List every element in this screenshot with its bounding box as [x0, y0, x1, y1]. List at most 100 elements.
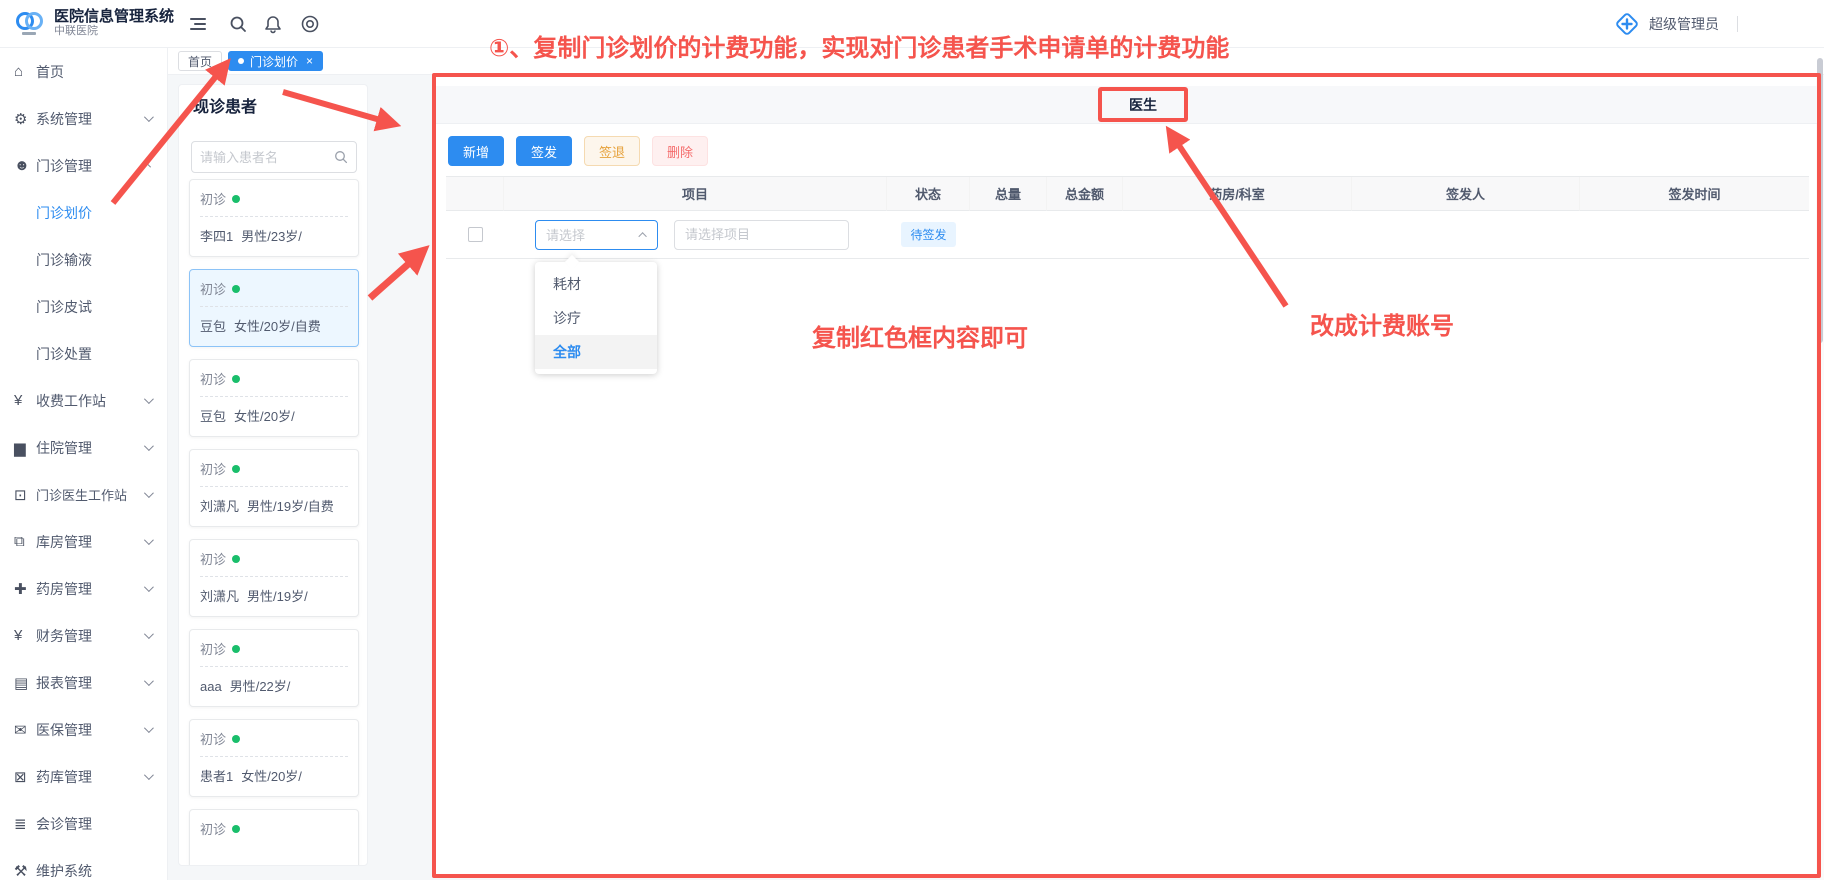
tab-home[interactable]: 首页 [178, 51, 222, 71]
sidebar-item-inpatient[interactable]: ▆ 住院管理 [0, 424, 167, 471]
app-logo: 医院信息管理系统 中联医院 [12, 6, 174, 40]
item-type-select[interactable]: 请选择 [535, 220, 658, 250]
col-total-qty: 总量 [970, 177, 1047, 211]
col-item: 项目 [504, 177, 887, 211]
chevron-down-icon [144, 770, 154, 780]
collapse-menu-icon[interactable] [188, 14, 208, 34]
patient-list-panel: 现诊患者 初诊 李四1男性/23岁/ 初诊 豆包女性/20岁/自费 初诊 豆包女… [178, 84, 368, 866]
table-row: 请选择 待签发 [446, 211, 1809, 259]
annotation-arrow-to-table-row [370, 251, 423, 298]
status-dot [232, 465, 240, 473]
annotation-note-3: 改成计费账号 [1310, 306, 1454, 341]
sidebar-item-consultation[interactable]: ≣ 会诊管理 [0, 800, 167, 847]
search-icon[interactable] [334, 150, 348, 164]
sidebar-item-maintenance[interactable]: ⚒ 维护系统 [0, 847, 167, 880]
sidebar-subitem-infusion[interactable]: 门诊输液 [0, 236, 167, 283]
report-icon: ▤ [14, 674, 36, 692]
search-icon[interactable] [228, 14, 248, 34]
patient-card[interactable]: 初诊 [189, 809, 359, 866]
sidebar-item-drug-storage[interactable]: ⊠ 药库管理 [0, 753, 167, 800]
scrollbar-thumb[interactable] [1817, 58, 1823, 343]
box-icon: ⊠ [14, 768, 36, 786]
chevron-down-icon [144, 676, 154, 686]
status-dot [232, 555, 240, 563]
col-checkbox [446, 177, 504, 211]
app-subtitle: 中联医院 [54, 25, 174, 38]
patient-card[interactable]: 初诊 李四1男性/23岁/ [189, 179, 359, 257]
sidebar-nav: ⌂ 首页 ⚙ 系统管理 ☻ 门诊管理 门诊划价 门诊输液 门诊皮试 门诊处置 ¥… [0, 48, 168, 880]
col-status: 状态 [887, 177, 970, 211]
app-root: 医院信息管理系统 中联医院 超级管理员 [0, 0, 1824, 880]
patient-search-box [191, 141, 357, 173]
copy-icon: ⧉ [14, 533, 36, 550]
item-type-dropdown: 耗材 诊疗 全部 [535, 262, 657, 374]
tab-outpatient-pricing[interactable]: 门诊划价 × [228, 51, 323, 71]
bar-chart-icon: ▆ [14, 439, 36, 457]
sidebar-item-outpatient[interactable]: ☻ 门诊管理 [0, 142, 167, 189]
item-search-input[interactable] [674, 220, 849, 250]
patient-card[interactable]: 初诊 患者1女性/20岁/ [189, 719, 359, 797]
tools-icon: ⚒ [14, 862, 36, 880]
dropdown-option-all[interactable]: 全部 [535, 335, 657, 369]
chevron-down-icon [144, 112, 154, 122]
sidebar-subitem-skintest[interactable]: 门诊皮试 [0, 283, 167, 330]
add-button[interactable]: 新增 [448, 136, 504, 166]
dashboard-icon: ⌂ [14, 63, 36, 80]
panel-title: 现诊患者 [193, 93, 257, 117]
billing-table: 项目 状态 总量 总金额 药房/科室 签发人 签发时间 请选择 待签发 [446, 176, 1809, 259]
sidebar-item-home[interactable]: ⌂ 首页 [0, 48, 167, 95]
sidebar-item-finance[interactable]: ¥ 财务管理 [0, 612, 167, 659]
patient-card[interactable]: 初诊 aaa男性/22岁/ [189, 629, 359, 707]
user-account[interactable]: 超级管理员 [1613, 10, 1738, 38]
annotation-note-2: 复制红色框内容即可 [812, 318, 1028, 353]
close-icon[interactable]: × [306, 55, 313, 67]
status-dot [232, 825, 240, 833]
chevron-down-icon [144, 394, 154, 404]
sidebar-subitem-disposal[interactable]: 门诊处置 [0, 330, 167, 377]
doctor-label: 医生 [1129, 95, 1157, 115]
patient-card[interactable]: 初诊 豆包女性/20岁/ [189, 359, 359, 437]
chevron-down-icon [144, 441, 154, 451]
chevron-down-icon [144, 629, 154, 639]
chevron-down-icon [144, 582, 154, 592]
row-checkbox[interactable] [468, 227, 483, 242]
yen-icon: ¥ [14, 627, 36, 644]
chevron-down-icon [144, 723, 154, 733]
status-badge: 待签发 [901, 222, 955, 247]
dropdown-option-treatment[interactable]: 诊疗 [535, 301, 657, 335]
status-dot [232, 285, 240, 293]
delete-button[interactable]: 删除 [652, 136, 708, 166]
patient-card-selected[interactable]: 初诊 豆包女性/20岁/自费 [189, 269, 359, 347]
status-dot [232, 735, 240, 743]
logo-icon [12, 6, 46, 40]
annotation-doctor-box: 医生 [1098, 87, 1188, 122]
divider [1737, 16, 1738, 32]
sidebar-item-warehouse[interactable]: ⧉ 库房管理 [0, 518, 167, 565]
sidebar-item-reports[interactable]: ▤ 报表管理 [0, 659, 167, 706]
patient-search-input[interactable] [200, 150, 328, 165]
sidebar-item-pharmacy[interactable]: ✚ 药房管理 [0, 565, 167, 612]
sidebar-item-system[interactable]: ⚙ 系统管理 [0, 95, 167, 142]
sidebar-item-insurance[interactable]: ✉ 医保管理 [0, 706, 167, 753]
sidebar-item-doctor-station[interactable]: ⊡ 门诊医生工作站 [0, 471, 167, 518]
status-dot [232, 195, 240, 203]
person-icon: ☻ [14, 157, 36, 174]
dropdown-option-consumables[interactable]: 耗材 [535, 267, 657, 301]
sidebar-subitem-pricing[interactable]: 门诊划价 [0, 189, 167, 236]
patient-card[interactable]: 初诊 刘潇凡男性/19岁/ [189, 539, 359, 617]
status-dot [232, 645, 240, 653]
theme-icon[interactable] [300, 14, 320, 34]
active-dot [238, 58, 244, 64]
user-name: 超级管理员 [1649, 14, 1719, 34]
hospital-cross-icon [1613, 10, 1641, 38]
chevron-down-icon [144, 535, 154, 545]
table-header-row: 项目 状态 总量 总金额 药房/科室 签发人 签发时间 [446, 176, 1809, 211]
chevron-down-icon [144, 488, 154, 498]
issue-button[interactable]: 签发 [516, 136, 572, 166]
patient-card[interactable]: 初诊 刘潇凡男性/19岁/自费 [189, 449, 359, 527]
envelope-icon: ✉ [14, 721, 36, 739]
revoke-button[interactable]: 签退 [584, 136, 640, 166]
col-pharmacy-dept: 药房/科室 [1123, 177, 1352, 211]
notification-bell-icon[interactable] [263, 14, 283, 34]
sidebar-item-charging-station[interactable]: ¥ 收费工作站 [0, 377, 167, 424]
